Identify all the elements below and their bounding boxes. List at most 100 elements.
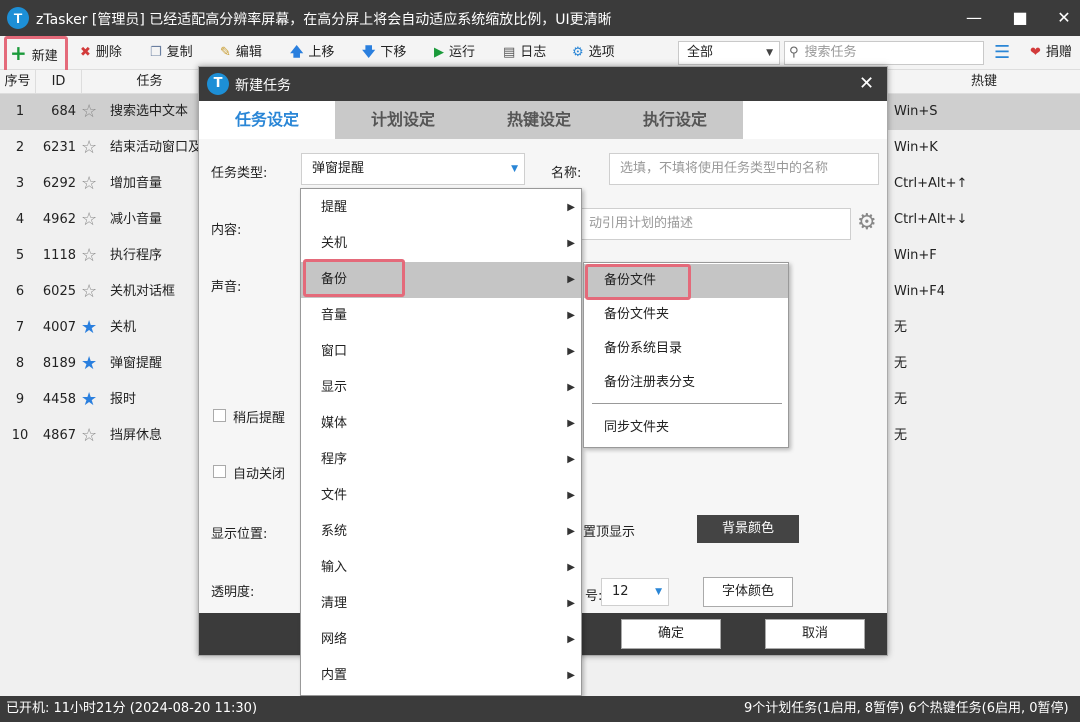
edit-button[interactable]: ✎ 编辑 — [220, 36, 262, 70]
edit-button-label: 编辑 — [235, 45, 262, 60]
donate-button[interactable]: ❤ 捐赠 — [1030, 36, 1072, 70]
row-hotkey: 无 — [894, 356, 908, 371]
auto-close-checkbox[interactable] — [213, 465, 226, 478]
minimize-icon[interactable]: — — [962, 6, 986, 30]
topmost-label: 置顶显示 — [583, 525, 636, 540]
close-icon[interactable]: ✕ — [1052, 6, 1076, 30]
type-menu-item-label: 网络 — [321, 632, 348, 647]
type-menu-item[interactable]: 提醒 ▶ — [301, 190, 581, 226]
type-menu-item[interactable]: 网络 ▶ — [301, 622, 581, 658]
favorite-star-icon[interactable]: ★ — [81, 382, 97, 418]
row-task: 关机对话框 — [110, 284, 176, 299]
favorite-star-icon[interactable]: ☆ — [81, 94, 97, 130]
row-id: 684 — [51, 104, 76, 119]
task-summary-text: 9个计划任务(1启用, 8暂停) 6个热键任务(6启用, 0暂停) — [744, 701, 1069, 716]
type-menu-item[interactable]: 媒体 ▶ — [301, 406, 581, 442]
dialog-title-bar: T 新建任务 ✕ — [199, 67, 887, 101]
move-down-button[interactable]: 🡇 下移 — [362, 36, 406, 70]
move-up-button[interactable]: 🡅 上移 — [290, 36, 334, 70]
chevron-right-icon: ▶ — [567, 418, 575, 429]
row-hotkey: Win+F — [894, 248, 937, 263]
chevron-right-icon: ▶ — [567, 670, 575, 681]
type-menu-item-label: 提醒 — [321, 200, 348, 215]
name-placeholder: 选填，不填将使用任务类型中的名称 — [620, 161, 829, 176]
favorite-star-icon[interactable]: ☆ — [81, 202, 97, 238]
tab-schedule-settings[interactable]: 计划设定 — [335, 101, 471, 139]
cancel-button[interactable]: 取消 — [765, 619, 865, 649]
type-menu-item-label: 关机 — [321, 236, 348, 251]
run-button[interactable]: ▶ 运行 — [434, 36, 475, 70]
font-size-select[interactable]: 12 ▼ — [601, 578, 669, 606]
name-input[interactable]: 选填，不填将使用任务类型中的名称 — [609, 153, 879, 185]
gear-icon: ⚙ — [572, 45, 584, 60]
log-button[interactable]: ▤ 日志 — [503, 36, 546, 70]
tab-task-settings[interactable]: 任务设定 — [199, 101, 335, 139]
type-menu-item-label: 程序 — [321, 452, 348, 467]
favorite-star-icon[interactable]: ★ — [81, 346, 97, 382]
chevron-right-icon: ▶ — [567, 490, 575, 501]
type-menu-item[interactable]: 文件 ▶ — [301, 478, 581, 514]
tab-exec-settings[interactable]: 执行设定 — [607, 101, 743, 139]
tab-hotkey-settings[interactable]: 热键设定 — [471, 101, 607, 139]
task-type-label: 任务类型: — [211, 166, 268, 181]
content-gear-icon[interactable]: ⚙ — [857, 210, 877, 235]
favorite-star-icon[interactable]: ☆ — [81, 274, 97, 310]
search-placeholder: 搜索任务 — [804, 45, 857, 60]
copy-button[interactable]: ❐ 复制 — [150, 36, 193, 70]
favorite-star-icon[interactable]: ☆ — [81, 130, 97, 166]
task-type-select[interactable]: 弹窗提醒 ▼ — [301, 153, 525, 185]
options-button-label: 选项 — [588, 45, 615, 60]
row-seq: 3 — [15, 176, 25, 191]
col-seq[interactable]: 序号 — [0, 70, 36, 94]
bg-color-button[interactable]: 背景颜色 — [697, 515, 799, 543]
row-id: 4007 — [42, 320, 76, 335]
type-menu-item[interactable]: 系统 ▶ — [301, 514, 581, 550]
maximize-icon[interactable]: ■ — [1008, 6, 1032, 30]
list-view-icon[interactable]: ☰ — [994, 36, 1010, 70]
type-menu-item[interactable]: 清理 ▶ — [301, 586, 581, 622]
search-input[interactable]: ⚲ 搜索任务 — [784, 41, 984, 65]
type-menu-item[interactable]: 程序 ▶ — [301, 442, 581, 478]
type-menu-item[interactable]: 关机 ▶ — [301, 226, 581, 262]
type-menu-item[interactable]: 窗口 ▶ — [301, 334, 581, 370]
row-id: 4458 — [42, 392, 76, 407]
type-menu-item[interactable]: 显示 ▶ — [301, 370, 581, 406]
backup-submenu-item[interactable]: 备份注册表分支 — [584, 366, 788, 400]
content-input[interactable]: 动引用计划的描述 — [579, 208, 851, 240]
delete-button-label: 删除 — [95, 45, 122, 60]
type-menu-item[interactable]: 音量 ▶ — [301, 298, 581, 334]
copy-button-label: 复制 — [166, 45, 193, 60]
type-menu-item[interactable]: 内置 ▶ — [301, 658, 581, 694]
chevron-down-icon: ▼ — [655, 587, 662, 597]
dialog-close-icon[interactable]: ✕ — [859, 73, 874, 94]
backup-submenu-item[interactable]: 备份系统目录 — [584, 332, 788, 366]
type-menu-item-label: 内置 — [321, 668, 348, 683]
chevron-right-icon: ▶ — [567, 274, 575, 285]
row-id: 6025 — [42, 284, 76, 299]
favorite-star-icon[interactable]: ☆ — [81, 418, 97, 454]
type-menu-item[interactable]: 输入 ▶ — [301, 550, 581, 586]
sound-label: 声音: — [211, 280, 242, 295]
ok-button[interactable]: 确定 — [621, 619, 721, 649]
filter-dropdown[interactable]: 全部 ▼ — [678, 41, 780, 65]
backup-submenu-item[interactable]: 备份文件夹 — [584, 298, 788, 332]
favorite-star-icon[interactable]: ★ — [81, 310, 97, 346]
row-seq: 1 — [15, 104, 25, 119]
row-id: 6231 — [42, 140, 76, 155]
row-id: 6292 — [42, 176, 76, 191]
display-position-label: 显示位置: — [211, 527, 268, 542]
col-id[interactable]: ID — [36, 70, 82, 94]
font-color-button[interactable]: 字体颜色 — [703, 577, 793, 607]
delete-button[interactable]: ✖ 删除 — [80, 36, 122, 70]
sync-folder-label: 同步文件夹 — [604, 420, 670, 435]
type-menu-item-label: 窗口 — [321, 344, 348, 359]
favorite-star-icon[interactable]: ☆ — [81, 166, 97, 202]
delete-x-icon: ✖ — [80, 45, 91, 60]
row-id: 4867 — [42, 428, 76, 443]
favorite-star-icon[interactable]: ☆ — [81, 238, 97, 274]
sync-folder-item[interactable]: 同步文件夹 — [584, 411, 788, 445]
remind-later-checkbox[interactable] — [213, 409, 226, 422]
options-button[interactable]: ⚙ 选项 — [572, 36, 615, 70]
name-label: 名称: — [551, 166, 582, 181]
col-hotkey[interactable]: 热键 — [888, 70, 1080, 94]
